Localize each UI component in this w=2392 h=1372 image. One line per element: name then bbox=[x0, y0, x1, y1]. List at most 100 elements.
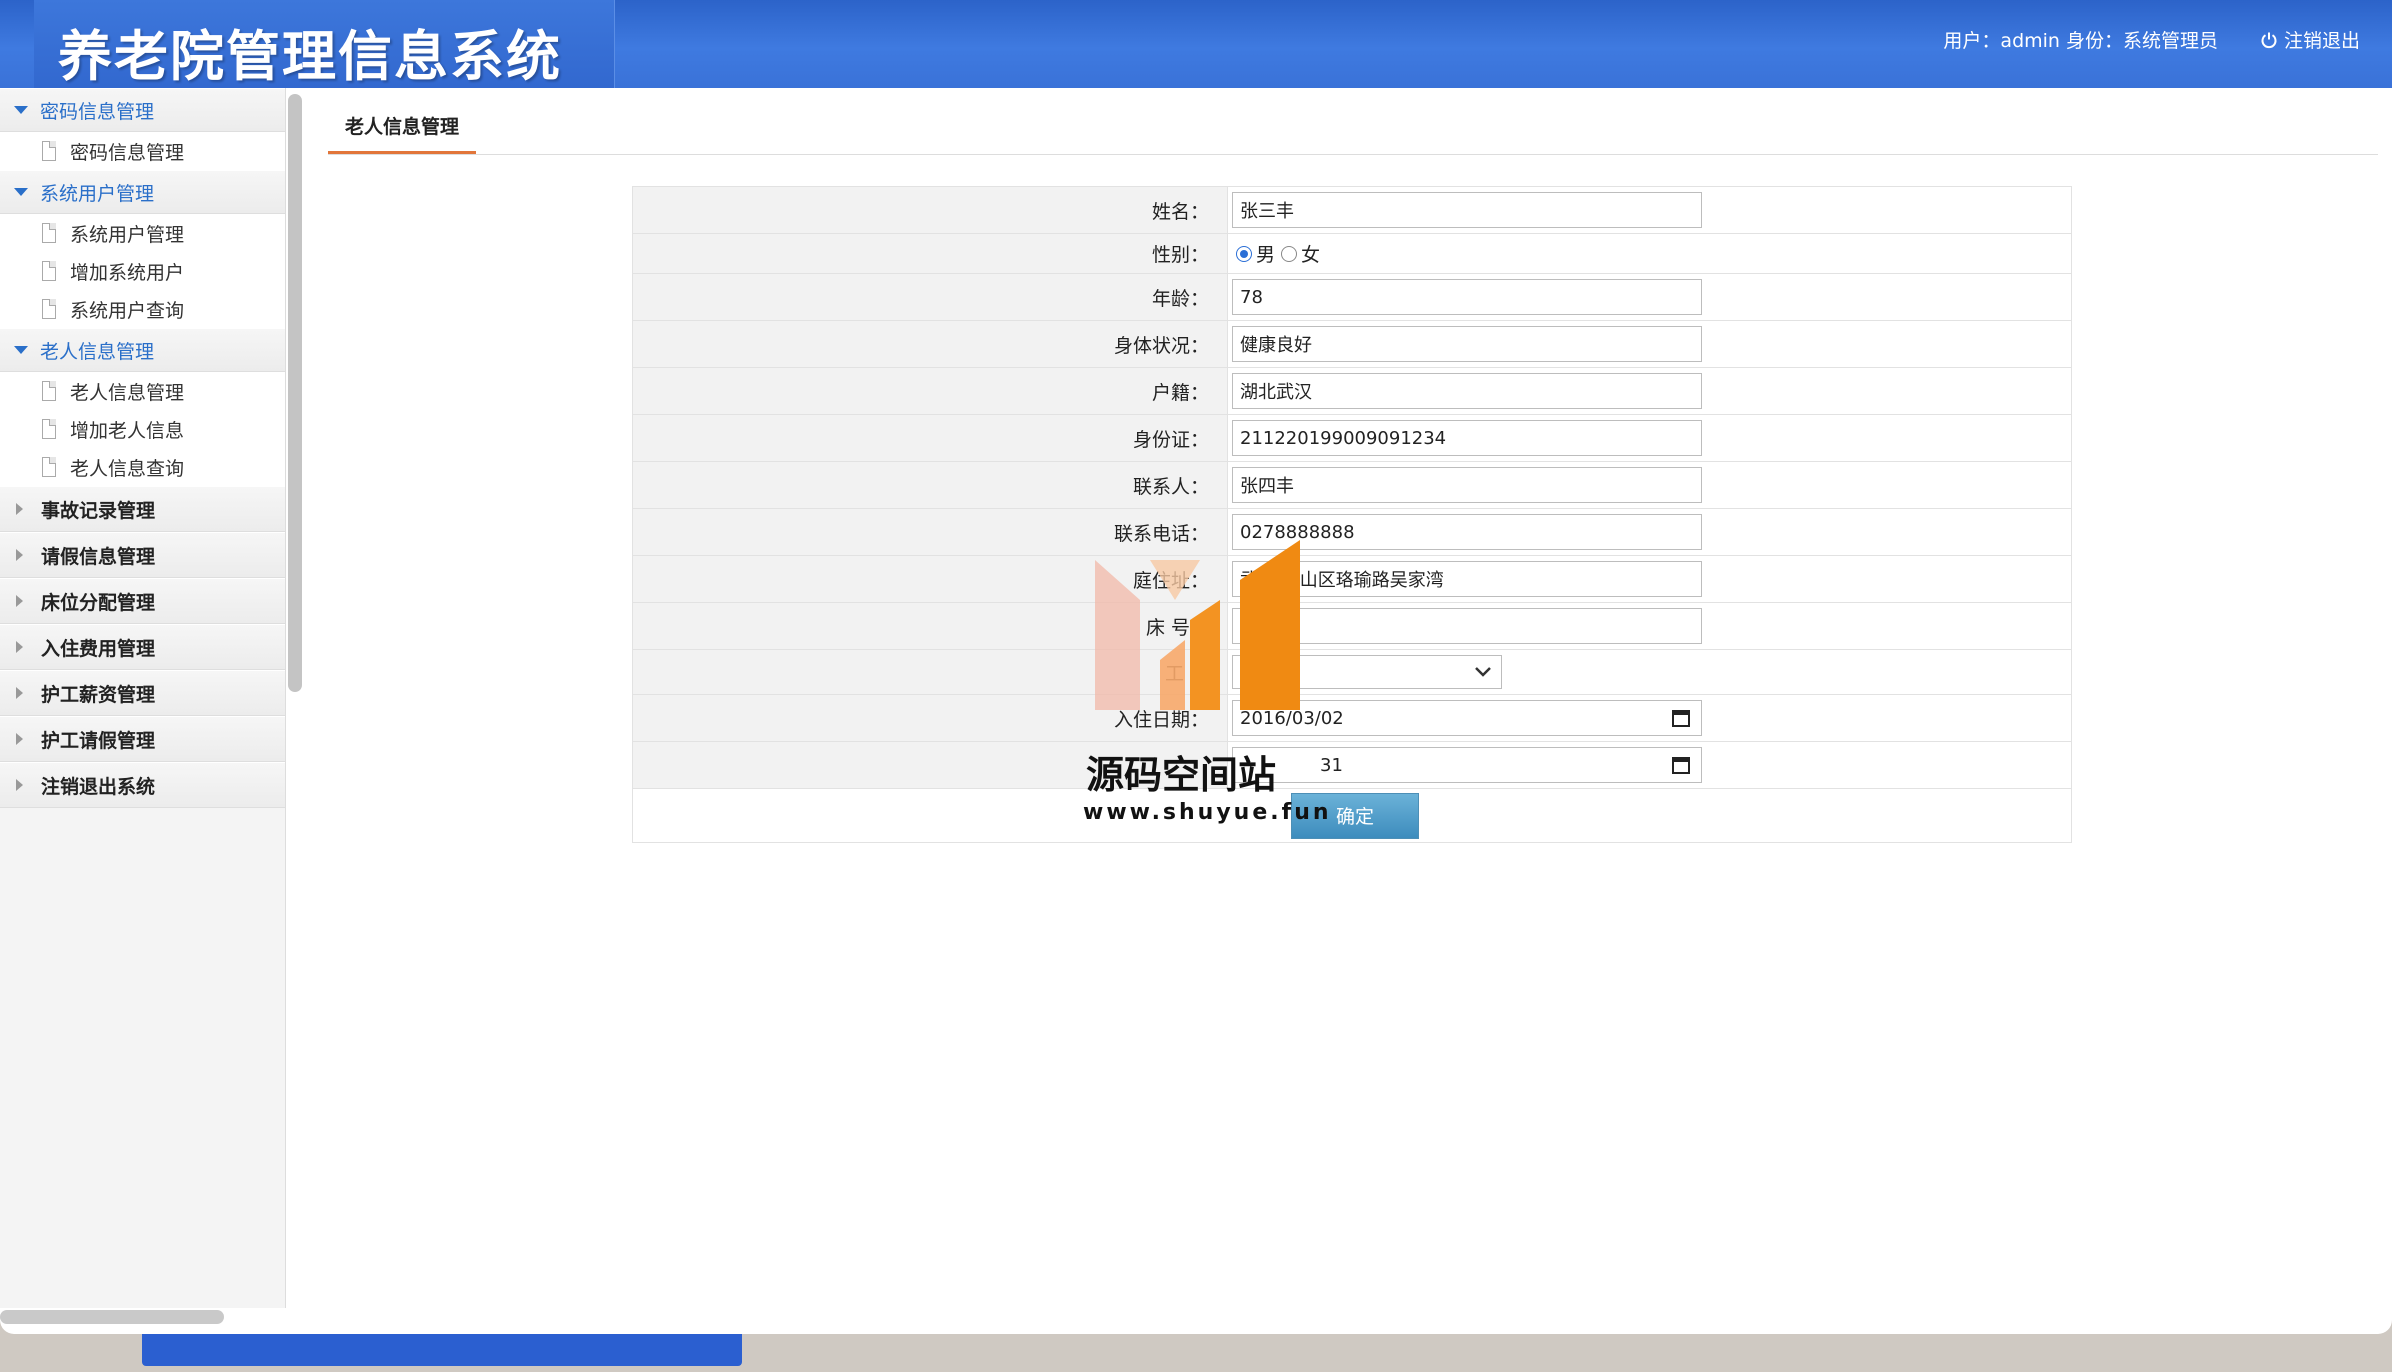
sidebar-item-add-user[interactable]: 增加系统用户 bbox=[0, 252, 285, 290]
form-row-id-card: 身份证： bbox=[632, 414, 2072, 462]
calendar-icon bbox=[1672, 757, 1690, 774]
id-card-input[interactable] bbox=[1232, 420, 1702, 456]
logout-label: 注销退出 bbox=[2283, 30, 2360, 52]
form-row-contact: 联系人： bbox=[632, 461, 2072, 509]
document-icon bbox=[42, 141, 56, 161]
form-row-phone: 联系电话： bbox=[632, 508, 2072, 556]
sidebar-item-elderly-query[interactable]: 老人信息查询 bbox=[0, 448, 285, 486]
sidebar-group-elderly[interactable]: 老人信息管理 bbox=[0, 328, 285, 372]
tab-elderly-manage[interactable]: 老人信息管理 bbox=[328, 100, 476, 154]
sidebar-group-leave[interactable]: 请假信息管理 bbox=[0, 532, 285, 578]
power-icon bbox=[2261, 32, 2277, 48]
gender-female-radio[interactable] bbox=[1281, 245, 1298, 262]
watermark-logo bbox=[1095, 540, 1300, 710]
sidebar-item-label: 系统用户管理 bbox=[70, 223, 185, 246]
calendar-icon bbox=[1672, 710, 1690, 727]
sidebar-group-beds[interactable]: 床位分配管理 bbox=[0, 578, 285, 624]
age-input[interactable] bbox=[1232, 279, 1702, 315]
hukou-input[interactable] bbox=[1232, 373, 1702, 409]
bed-input[interactable] bbox=[1232, 608, 1702, 644]
document-icon bbox=[42, 299, 56, 319]
user-info: 用户：admin 身份：系统管理员 bbox=[1943, 30, 2218, 52]
address-input[interactable] bbox=[1232, 561, 1702, 597]
sidebar-vertical-scrollbar[interactable] bbox=[288, 94, 302, 692]
sidebar-group-label: 请假信息管理 bbox=[41, 545, 156, 568]
sidebar-group-label: 系统用户管理 bbox=[40, 182, 155, 205]
sidebar-item-user-manage[interactable]: 系统用户管理 bbox=[0, 214, 285, 252]
collapsed-arrow-icon bbox=[16, 549, 23, 561]
sidebar-group-label: 护工请假管理 bbox=[41, 729, 156, 752]
sidebar-group-worker-leave[interactable]: 护工请假管理 bbox=[0, 716, 285, 762]
form-row-name: 姓名： bbox=[632, 186, 2072, 234]
sidebar-group-accidents[interactable]: 事故记录管理 bbox=[0, 486, 285, 532]
sidebar-group-label: 事故记录管理 bbox=[41, 499, 156, 522]
sidebar-item-add-elderly[interactable]: 增加老人信息 bbox=[0, 410, 285, 448]
sidebar: 密码信息管理 密码信息管理 系统用户管理 系统用户管理 增加系统用户 系统用户查… bbox=[0, 88, 286, 1308]
expanded-arrow-icon bbox=[14, 106, 28, 114]
expanded-arrow-icon bbox=[14, 346, 28, 354]
field-label: 姓名： bbox=[632, 186, 1228, 234]
document-icon bbox=[42, 261, 56, 281]
sidebar-group-label: 老人信息管理 bbox=[40, 340, 155, 363]
header: 养老院管理信息系统 用户：admin 身份：系统管理员 注销退出 bbox=[0, 0, 2392, 88]
sidebar-item-label: 老人信息管理 bbox=[70, 381, 185, 404]
document-icon bbox=[42, 381, 56, 401]
name-input[interactable] bbox=[1232, 192, 1702, 228]
form-row-submit: 确定 bbox=[632, 788, 2072, 843]
form-row-checkin: 入住日期： 2016/03/02 bbox=[632, 694, 2072, 742]
sidebar-group-label: 注销退出系统 bbox=[41, 775, 156, 798]
form-row-age: 年龄： bbox=[632, 273, 2072, 321]
field-label: 联系人： bbox=[632, 461, 1228, 509]
sidebar-group-label: 入住费用管理 bbox=[41, 637, 156, 660]
sidebar-item-elderly-manage[interactable]: 老人信息管理 bbox=[0, 372, 285, 410]
phone-input[interactable] bbox=[1232, 514, 1702, 550]
field-label: 年龄： bbox=[632, 273, 1228, 321]
form-row-worker: 工 号 bbox=[632, 649, 2072, 695]
document-icon bbox=[42, 419, 56, 439]
sidebar-item-label: 系统用户查询 bbox=[70, 299, 185, 322]
field-label: 身份证： bbox=[632, 414, 1228, 462]
document-icon bbox=[42, 223, 56, 243]
field-label: 性别： bbox=[632, 233, 1228, 274]
expanded-arrow-icon bbox=[14, 188, 28, 196]
sidebar-group-salary[interactable]: 护工薪资管理 bbox=[0, 670, 285, 716]
health-input[interactable] bbox=[1232, 326, 1702, 362]
checkin-date-input[interactable]: 2016/03/02 bbox=[1232, 700, 1702, 736]
form-row-health: 身体状况： bbox=[632, 320, 2072, 368]
sidebar-group-label: 床位分配管理 bbox=[41, 591, 156, 614]
sidebar-item-label: 增加系统用户 bbox=[70, 261, 185, 284]
collapsed-arrow-icon bbox=[16, 503, 23, 515]
collapsed-arrow-icon bbox=[16, 641, 23, 653]
sidebar-horizontal-scrollbar[interactable] bbox=[0, 1310, 224, 1324]
contact-input[interactable] bbox=[1232, 467, 1702, 503]
collapsed-arrow-icon bbox=[16, 595, 23, 607]
watermark-title: 源码空间站 bbox=[1086, 753, 1277, 797]
collapsed-arrow-icon bbox=[16, 687, 23, 699]
sidebar-group-label: 密码信息管理 bbox=[40, 100, 155, 123]
field-label: 户籍： bbox=[632, 367, 1228, 415]
field-label: 身体状况： bbox=[632, 320, 1228, 368]
gender-male-radio[interactable] bbox=[1236, 245, 1252, 262]
elderly-form: 姓名： 性别： 男 女 年龄： 身体状况： 户籍： bbox=[632, 186, 2072, 843]
form-row-checkout: 31 bbox=[632, 741, 2072, 789]
sidebar-item-label: 增加老人信息 bbox=[70, 419, 185, 442]
form-row-bed: 床 号： bbox=[632, 602, 2072, 650]
document-icon bbox=[42, 457, 56, 477]
sidebar-group-fees[interactable]: 入住费用管理 bbox=[0, 624, 285, 670]
sidebar-group-label: 护工薪资管理 bbox=[41, 683, 156, 706]
tab-bar: 老人信息管理 bbox=[328, 100, 2378, 155]
checkout-date-input[interactable]: 31 bbox=[1232, 747, 1702, 783]
gender-male-label: 男 bbox=[1256, 244, 1276, 266]
sidebar-group-system-users[interactable]: 系统用户管理 bbox=[0, 170, 285, 214]
sidebar-group-password[interactable]: 密码信息管理 bbox=[0, 88, 285, 132]
logout-button[interactable]: 注销退出 bbox=[2260, 26, 2360, 53]
chevron-down-icon bbox=[1475, 667, 1491, 677]
sidebar-item-label: 老人信息查询 bbox=[70, 457, 185, 480]
sidebar-item-user-query[interactable]: 系统用户查询 bbox=[0, 290, 285, 328]
form-row-gender: 性别： 男 女 bbox=[632, 233, 2072, 274]
sidebar-group-logout[interactable]: 注销退出系统 bbox=[0, 762, 285, 808]
app-title: 养老院管理信息系统 bbox=[58, 25, 562, 88]
gender-female-label: 女 bbox=[1301, 244, 1321, 266]
sidebar-item-password-manage[interactable]: 密码信息管理 bbox=[0, 132, 285, 170]
form-row-address: 庭住址： bbox=[632, 555, 2072, 603]
